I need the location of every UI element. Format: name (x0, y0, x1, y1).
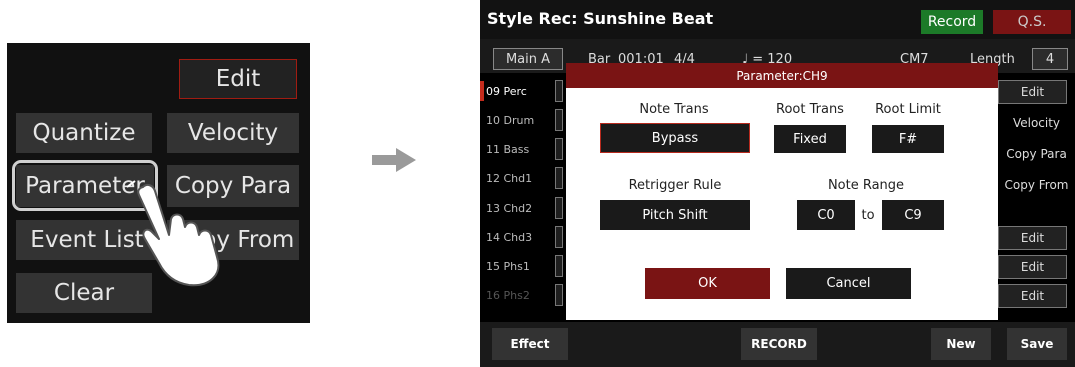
section-selector[interactable]: Main A (493, 48, 563, 70)
side-copy-para-button[interactable]: Copy Para (998, 142, 1075, 166)
note-trans-label: Note Trans (639, 102, 709, 117)
cancel-button[interactable]: Cancel (786, 268, 911, 299)
effect-button[interactable]: Effect (492, 328, 568, 360)
track-13[interactable]: 13 Chd2 (484, 197, 554, 219)
track-09-box (555, 80, 563, 102)
track-14-box (555, 226, 563, 248)
track-12-box (555, 167, 563, 189)
track-15-box (555, 255, 563, 277)
record-button[interactable]: RECORD (741, 328, 817, 360)
note-trans-field[interactable]: Bypass (600, 123, 750, 153)
root-limit-field[interactable]: F# (872, 125, 944, 153)
style-record-screen: Style Rec: Sunshine Beat Record Q.S. Mai… (480, 0, 1075, 367)
title-bar: Style Rec: Sunshine Beat Record Q.S. (480, 0, 1075, 39)
track-15-edit-button[interactable]: Edit (998, 255, 1067, 279)
edit-button[interactable]: Edit (179, 59, 297, 99)
track-16[interactable]: 16 Phs2 (484, 284, 554, 306)
pointing-hand-icon (126, 179, 220, 287)
root-trans-field[interactable]: Fixed (774, 125, 846, 153)
dialog-title: Parameter:CH9 (566, 63, 998, 88)
track-12[interactable]: 12 Chd1 (484, 167, 554, 189)
new-button[interactable]: New (931, 328, 991, 360)
track-11[interactable]: 11 Bass (484, 138, 554, 160)
track-10[interactable]: 10 Drum (484, 109, 554, 131)
track-10-box (555, 109, 563, 131)
quantize-button[interactable]: Quantize (16, 113, 152, 153)
screen-title: Style Rec: Sunshine Beat (487, 9, 714, 28)
root-trans-label: Root Trans (776, 102, 844, 117)
track-16-edit-button[interactable]: Edit (998, 284, 1067, 308)
bottom-bar: Effect RECORD New Save (480, 322, 1075, 367)
tab-record[interactable]: Record (921, 10, 983, 34)
parameter-menu-panel: Edit Quantize Velocity Parameter Copy Pa… (7, 43, 310, 323)
note-range-low-field[interactable]: C0 (797, 200, 855, 230)
save-button[interactable]: Save (1007, 328, 1067, 360)
track-14-edit-button[interactable]: Edit (998, 226, 1067, 250)
range-to-label: to (861, 208, 875, 223)
length-value[interactable]: 4 (1032, 48, 1068, 70)
parameter-dialog: Parameter:CH9 Note Trans Bypass Root Tra… (566, 63, 998, 320)
track-13-box (555, 197, 563, 219)
track-16-box (555, 284, 563, 306)
note-range-label: Note Range (827, 178, 905, 193)
track-15[interactable]: 15 Phs1 (484, 255, 554, 277)
retrigger-rule-label: Retrigger Rule (628, 178, 722, 193)
side-copy-from-button[interactable]: Copy From (998, 173, 1075, 197)
ok-button[interactable]: OK (645, 268, 770, 299)
side-edit-button[interactable]: Edit (998, 80, 1067, 104)
side-velocity-button[interactable]: Velocity (998, 111, 1075, 135)
tab-qs[interactable]: Q.S. (993, 10, 1071, 34)
retrigger-rule-field[interactable]: Pitch Shift (600, 200, 750, 230)
track-09[interactable]: 09 Perc (484, 80, 554, 102)
right-arrow-icon (372, 148, 416, 172)
note-range-high-field[interactable]: C9 (882, 200, 944, 230)
track-11-box (555, 138, 563, 160)
root-limit-label: Root Limit (875, 102, 941, 117)
track-14[interactable]: 14 Chd3 (484, 226, 554, 248)
velocity-button[interactable]: Velocity (167, 113, 299, 153)
